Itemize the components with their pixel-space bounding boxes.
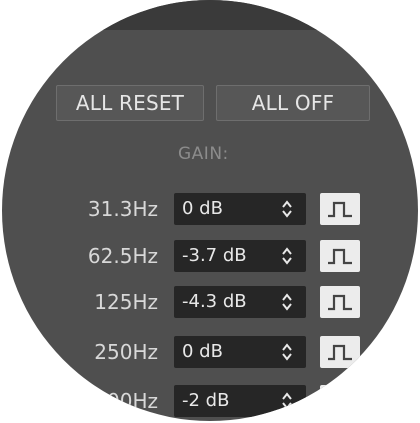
gain-value: -4.3 dB: [182, 291, 247, 312]
square-pulse-icon: [328, 393, 352, 410]
up-down-arrows-icon[interactable]: [282, 343, 292, 361]
equalizer-panel: ALL RESET ALL OFF GAIN: 31.3Hz 0 dB 62.5…: [2, 0, 418, 421]
square-pulse-icon: [328, 248, 352, 265]
all-reset-button[interactable]: ALL RESET: [56, 85, 204, 121]
band-row-125hz: 125Hz -4.3 dB: [2, 286, 418, 318]
gain-value: -3.7 dB: [182, 245, 247, 266]
square-pulse-icon: [328, 294, 352, 311]
band-frequency-label: 62.5Hz: [87, 244, 158, 268]
filter-type-button[interactable]: [320, 286, 360, 318]
band-row-500hz: 500Hz -2 dB: [2, 385, 418, 417]
band-row-250hz: 250Hz 0 dB: [2, 336, 418, 368]
gain-value: -2 dB: [182, 390, 230, 411]
gain-spinbox[interactable]: 0 dB: [174, 336, 306, 368]
magnifier-view: ALL RESET ALL OFF GAIN: 31.3Hz 0 dB 62.5…: [0, 0, 420, 423]
up-down-arrows-icon[interactable]: [282, 247, 292, 265]
band-frequency-label: 31.3Hz: [87, 197, 158, 221]
gain-spinbox[interactable]: -4.3 dB: [174, 286, 306, 318]
square-pulse-icon: [328, 344, 352, 361]
gain-spinbox[interactable]: 0 dB: [174, 193, 306, 225]
gain-spinbox[interactable]: -3.7 dB: [174, 240, 306, 272]
up-down-arrows-icon[interactable]: [282, 392, 292, 410]
up-down-arrows-icon[interactable]: [282, 293, 292, 311]
band-row-62hz: 62.5Hz -3.7 dB: [2, 240, 418, 272]
window-edge: [2, 0, 418, 30]
band-frequency-label: 500Hz: [94, 389, 158, 413]
up-down-arrows-icon[interactable]: [282, 200, 292, 218]
band-frequency-label: 125Hz: [94, 290, 158, 314]
filter-type-button[interactable]: [320, 193, 360, 225]
gain-label: GAIN:: [178, 144, 229, 164]
band-frequency-label: 250Hz: [94, 340, 158, 364]
all-off-button[interactable]: ALL OFF: [216, 85, 370, 121]
gain-value: 0 dB: [182, 198, 223, 219]
filter-type-button[interactable]: [320, 240, 360, 272]
band-row-31hz: 31.3Hz 0 dB: [2, 193, 418, 225]
square-pulse-icon: [328, 201, 352, 218]
filter-type-button[interactable]: [320, 336, 360, 368]
gain-spinbox[interactable]: -2 dB: [174, 385, 306, 417]
filter-type-button[interactable]: [320, 385, 360, 417]
gain-value: 0 dB: [182, 341, 223, 362]
